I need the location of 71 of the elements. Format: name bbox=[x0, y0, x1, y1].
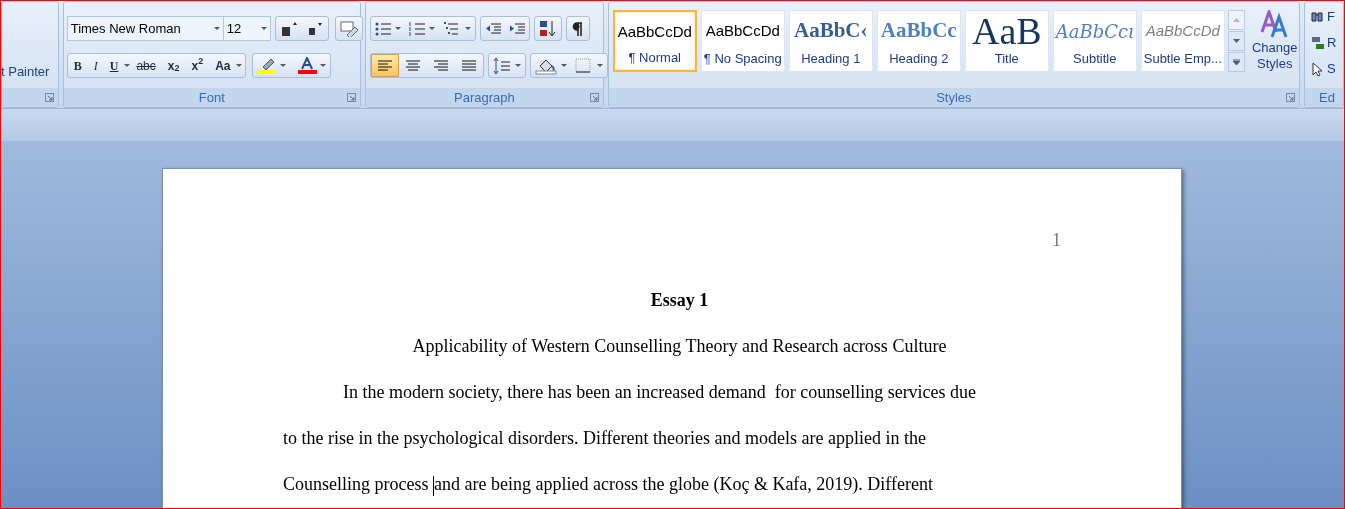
dialog-launcher-icon[interactable] bbox=[1286, 93, 1295, 102]
scroll-down-icon bbox=[1232, 39, 1240, 43]
dialog-launcher-icon[interactable] bbox=[347, 93, 357, 102]
format-button[interactable]: x$^{2}$ bbox=[185, 54, 210, 77]
body-text-line: to the rise in the psychological disorders. Different theories and models are applied in the bbox=[283, 427, 927, 449]
change-styles-button[interactable]: Change Styles bbox=[1250, 40, 1299, 72]
font-size-dropdown[interactable]: 12 bbox=[222, 16, 271, 41]
replace-icon bbox=[1311, 36, 1325, 50]
style-gallery-item[interactable]: AaBbC‹ Heading 1 bbox=[788, 10, 873, 72]
caret-icon bbox=[597, 64, 604, 67]
essay-subtitle: Applicability of Western Counselling Theory and Research across Culture bbox=[412, 335, 947, 357]
decrease-indent-icon bbox=[485, 20, 502, 37]
format-button[interactable]: x$_{2}$ bbox=[161, 54, 186, 77]
grow-font-icon bbox=[279, 20, 298, 37]
style-gallery-item[interactable]: AaBbCcDd ¶ No Spacing bbox=[700, 10, 785, 72]
more-styles-icon bbox=[1232, 59, 1240, 65]
group-label: Font bbox=[198, 88, 225, 107]
bullet-list-icon bbox=[375, 20, 392, 37]
align-right-icon bbox=[433, 58, 450, 73]
format-button[interactable]: I bbox=[87, 54, 104, 77]
font-color-icon bbox=[297, 56, 318, 75]
caret-icon bbox=[561, 64, 568, 67]
caret-icon bbox=[260, 27, 267, 30]
caret-icon bbox=[320, 64, 327, 67]
font-name-dropdown[interactable]: Times New Roman bbox=[66, 16, 224, 41]
align-justify-icon bbox=[461, 58, 478, 73]
increase-indent-icon bbox=[509, 20, 526, 37]
style-gallery-item[interactable]: AaBbCcı Subtitle bbox=[1052, 10, 1137, 72]
format-painter-button[interactable]: t Painter bbox=[1, 62, 50, 82]
editing-command[interactable]: S bbox=[1327, 59, 1336, 79]
editing-command[interactable]: R bbox=[1327, 33, 1337, 53]
align-left-button[interactable] bbox=[371, 54, 400, 77]
style-gallery-item[interactable]: AaBbCcDd Subtle Emp... bbox=[1140, 10, 1225, 72]
format-button[interactable]: B bbox=[67, 54, 88, 77]
format-button[interactable]: U bbox=[103, 54, 125, 77]
scroll-up-icon bbox=[1232, 18, 1240, 22]
caret-icon bbox=[395, 27, 402, 30]
group-label: Ed bbox=[1319, 88, 1335, 107]
dialog-launcher-icon[interactable] bbox=[589, 93, 599, 102]
text-cursor bbox=[433, 475, 434, 496]
eraser-icon bbox=[339, 20, 358, 37]
align-left-icon bbox=[377, 58, 394, 73]
format-button[interactable]: abc bbox=[130, 54, 162, 77]
numbered-list-icon bbox=[409, 20, 426, 37]
caret-icon bbox=[280, 64, 287, 67]
sort-icon bbox=[539, 19, 558, 38]
style-gallery-item[interactable]: AaB Title bbox=[964, 10, 1049, 72]
align-center-icon bbox=[405, 58, 422, 73]
editing-command[interactable]: F bbox=[1327, 7, 1335, 27]
dialog-launcher-icon[interactable] bbox=[44, 93, 54, 102]
binoculars-icon bbox=[1311, 10, 1325, 24]
caret-icon bbox=[213, 27, 220, 30]
group-label: Paragraph bbox=[454, 88, 515, 107]
pointer-icon bbox=[1311, 62, 1325, 76]
page-number: 1 bbox=[1052, 229, 1061, 251]
style-gallery-item[interactable]: AaBbCcDd ¶ Normal bbox=[612, 10, 697, 72]
change-styles-icon bbox=[1259, 10, 1290, 38]
body-text-line: Counselling process and are being applied across the globe (Koç & Kafa, 2019). Different bbox=[283, 473, 934, 496]
caret-icon bbox=[465, 27, 472, 30]
group-label: Styles bbox=[936, 88, 972, 107]
caret-icon bbox=[124, 64, 131, 67]
caret-icon bbox=[515, 64, 522, 67]
caret-icon bbox=[429, 27, 436, 30]
body-text-line: In the modern society, there has been an increased demand for counselling services due bbox=[343, 381, 978, 403]
caret-icon bbox=[236, 64, 243, 67]
borders-icon bbox=[575, 57, 594, 74]
style-gallery-item[interactable]: AaBbCc Heading 2 bbox=[876, 10, 961, 72]
format-button[interactable]: Aa bbox=[209, 54, 237, 77]
shrink-font-icon bbox=[306, 21, 323, 36]
line-spacing-icon bbox=[493, 56, 512, 75]
essay-title: Essay 1 bbox=[650, 289, 709, 311]
